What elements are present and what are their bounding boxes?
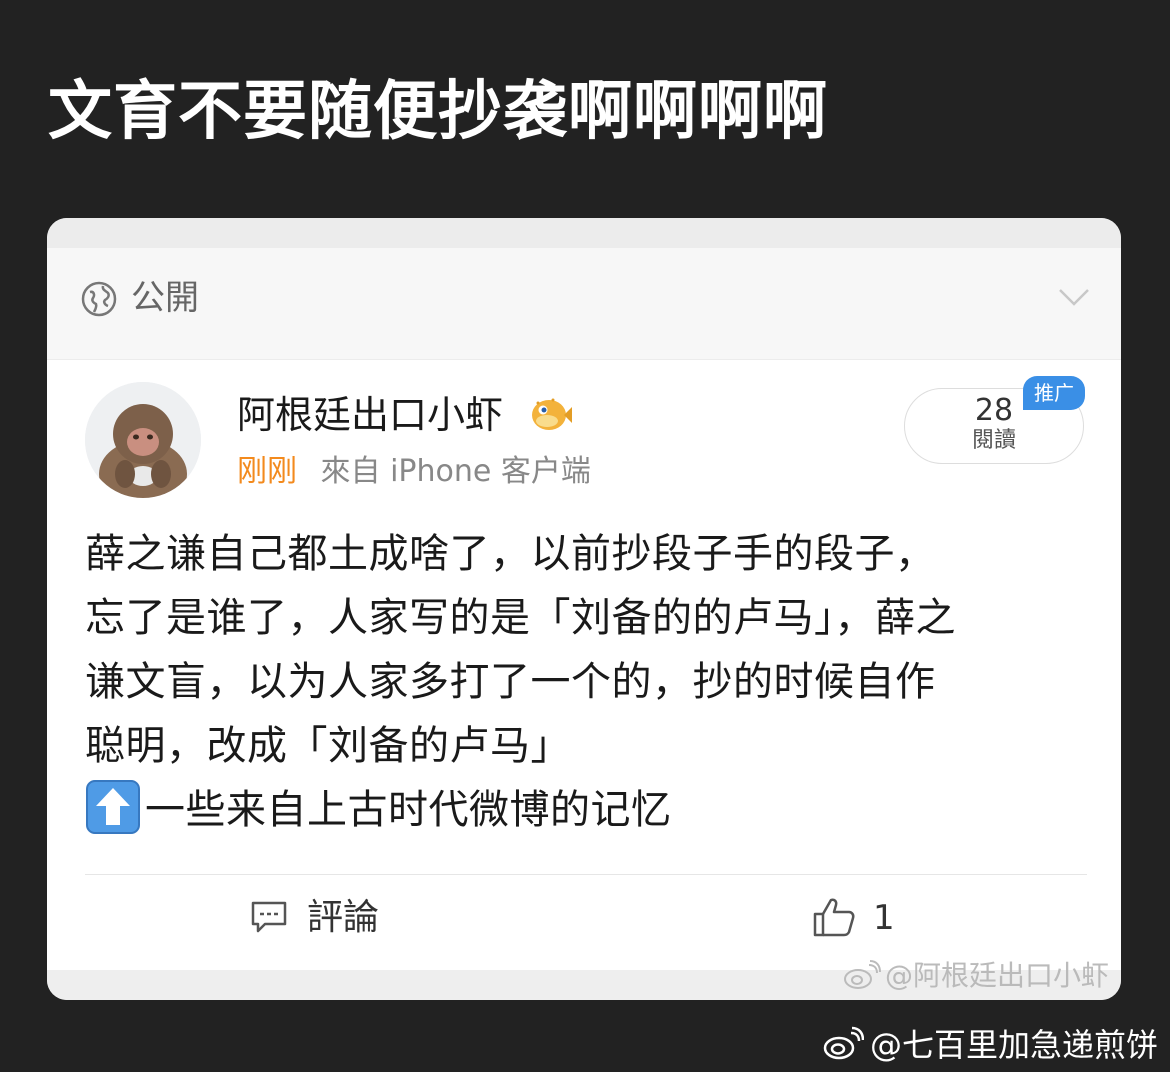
pufferfish-icon [532, 398, 572, 430]
post-meta: 刚刚 來自 iPhone 客户端 [237, 450, 591, 494]
card-top-strip [47, 218, 1121, 248]
comment-button[interactable]: 評論 [307, 894, 379, 942]
monkey-avatar-image [85, 382, 201, 498]
username[interactable]: 阿根廷出口小虾 [237, 390, 503, 440]
privacy-label: 公開 [131, 278, 199, 318]
promo-badge[interactable]: 推广 [1023, 376, 1085, 410]
weibo-post-card: 公開 阿根廷出口小虾 刚刚 來自 iPhone 客户端 28 閱讀 推广 薛之谦… [47, 218, 1121, 1000]
privacy-bar[interactable]: 公開 [47, 248, 1121, 360]
outer-watermark-text: @七百里加急递煎饼 [869, 1026, 1158, 1064]
body-line-text: 一些来自上古时代微博的记忆 [145, 787, 672, 833]
body-line-emoji: 一些来自上古时代微博的记忆 [85, 778, 1085, 842]
screenshot-page: 文育不要随便抄袭啊啊啊啊 公開 阿根廷出口小虾 刚刚 來自 iPhone 客户端… [0, 0, 1170, 1072]
comment-icon[interactable] [250, 900, 288, 936]
body-line: 薛之谦自己都土成啥了，以前抄段子手的段子， [85, 531, 936, 577]
weibo-logo-icon [843, 960, 881, 989]
weibo-logo-icon [823, 1026, 864, 1060]
outer-watermark: @七百里加急递煎饼 [822, 1022, 1158, 1068]
body-line: 忘了是谁了，人家写的是「刘备的的卢马」，薛之 [85, 595, 956, 641]
post-body: 薛之谦自己都土成啥了，以前抄段子手的段子， 忘了是谁了，人家写的是「刘备的的卢马… [85, 522, 1085, 842]
inner-watermark: @阿根廷出口小虾 [843, 956, 1109, 996]
divider [85, 874, 1087, 875]
body-line: 聪明，改成「刘备的卢马」 [85, 723, 571, 769]
chevron-down-icon[interactable] [1057, 286, 1091, 308]
like-count[interactable]: 1 [873, 894, 895, 942]
body-line: 谦文盲，以为人家多打了一个的，抄的时候自作 [85, 659, 936, 705]
up-arrow-icon [86, 780, 140, 834]
post-source: 來自 iPhone 客户端 [320, 454, 591, 489]
views-label: 閱讀 [971, 428, 1016, 453]
post-content: 阿根廷出口小虾 刚刚 來自 iPhone 客户端 28 閱讀 推广 薛之谦自己都… [47, 360, 1121, 970]
thumbs-up-icon[interactable] [812, 896, 856, 938]
avatar[interactable] [85, 382, 201, 498]
headline: 文育不要随便抄袭啊啊啊啊 [48, 75, 828, 149]
post-time: 刚刚 [237, 454, 297, 489]
inner-watermark-text: @阿根廷出口小虾 [884, 959, 1109, 992]
globe-icon [81, 281, 117, 317]
